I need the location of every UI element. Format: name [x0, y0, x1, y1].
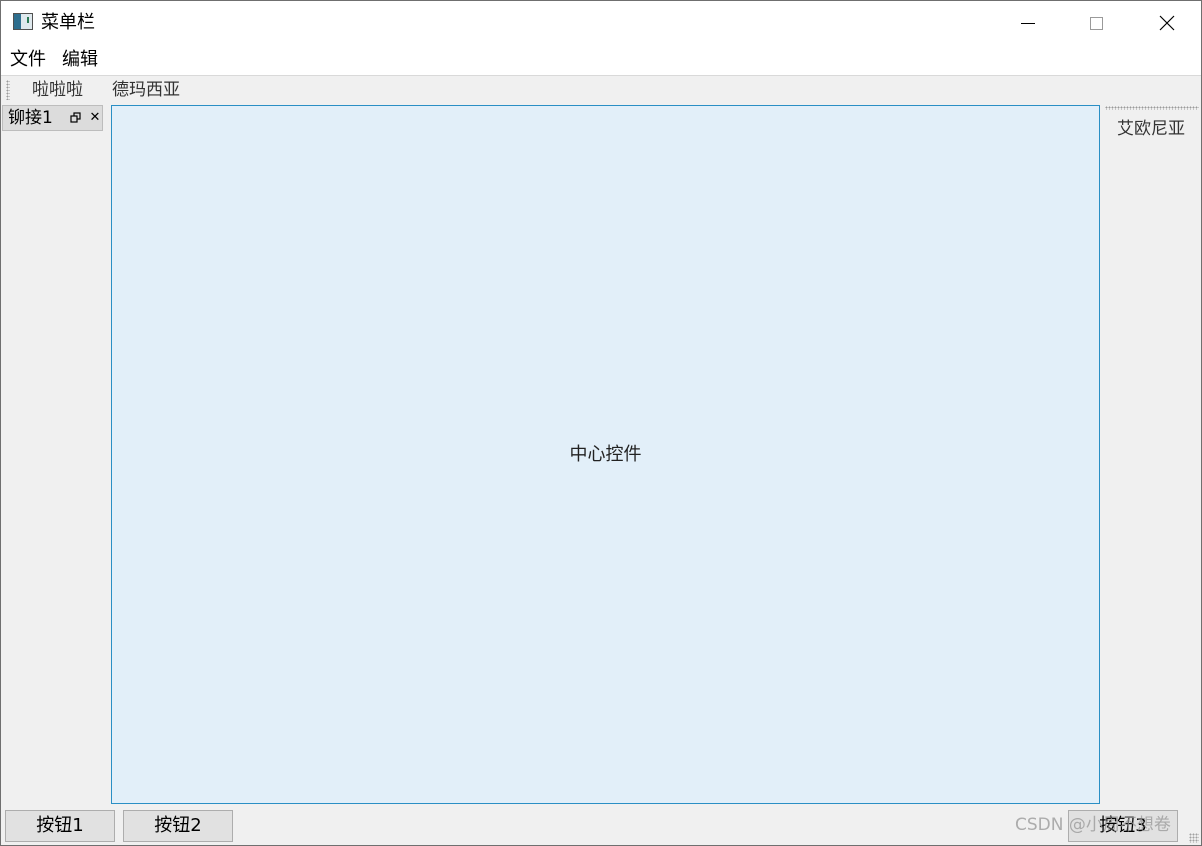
window-title: 菜单栏: [41, 12, 95, 33]
right-toolbar-drag-handle[interactable]: [1105, 106, 1199, 110]
bottom-toolbar: 按钮1 按钮2 按钮3: [1, 807, 1201, 845]
dock-title: 铆接1: [8, 108, 53, 128]
central-widget-label: 中心控件: [569, 444, 642, 465]
button-1[interactable]: 按钮1: [5, 810, 115, 842]
close-button[interactable]: [1144, 1, 1190, 45]
top-toolbar: 啦啦啦 德玛西亚: [1, 75, 1201, 104]
menu-bar: 文件 编辑: [1, 45, 1201, 75]
title-bar[interactable]: 菜单栏: [1, 1, 1201, 45]
toolbar-action-lalala[interactable]: 啦啦啦: [32, 79, 83, 101]
close-icon: [1159, 15, 1175, 31]
minimize-icon: [1021, 22, 1035, 24]
maximize-icon: [1089, 16, 1103, 30]
menu-edit[interactable]: 编辑: [62, 49, 98, 71]
float-icon[interactable]: [70, 112, 82, 124]
maximize-button[interactable]: [1073, 1, 1119, 45]
minimize-button[interactable]: [1005, 1, 1051, 45]
menu-file[interactable]: 文件: [10, 49, 46, 71]
right-toolbar: 艾欧尼亚: [1103, 104, 1201, 804]
resize-grip[interactable]: [1189, 833, 1199, 843]
app-window-icon: [13, 13, 33, 30]
button-3[interactable]: 按钮3: [1068, 810, 1178, 842]
toolbar-action-demacia[interactable]: 德玛西亚: [112, 79, 180, 101]
dock-close-icon[interactable]: ✕: [89, 111, 101, 125]
dock-widget: 铆接1 ✕: [1, 104, 105, 807]
central-widget: 中心控件: [111, 105, 1100, 804]
main-window: 菜单栏 文件 编辑 啦啦啦 德玛西亚 铆接1 ✕ 中心控件 艾欧尼亚 按钮1 按…: [0, 0, 1202, 846]
toolbar-action-ionia[interactable]: 艾欧尼亚: [1117, 118, 1185, 140]
dock-title-bar[interactable]: 铆接1 ✕: [2, 105, 103, 131]
button-2[interactable]: 按钮2: [123, 810, 233, 842]
toolbar-drag-handle[interactable]: [6, 80, 10, 100]
